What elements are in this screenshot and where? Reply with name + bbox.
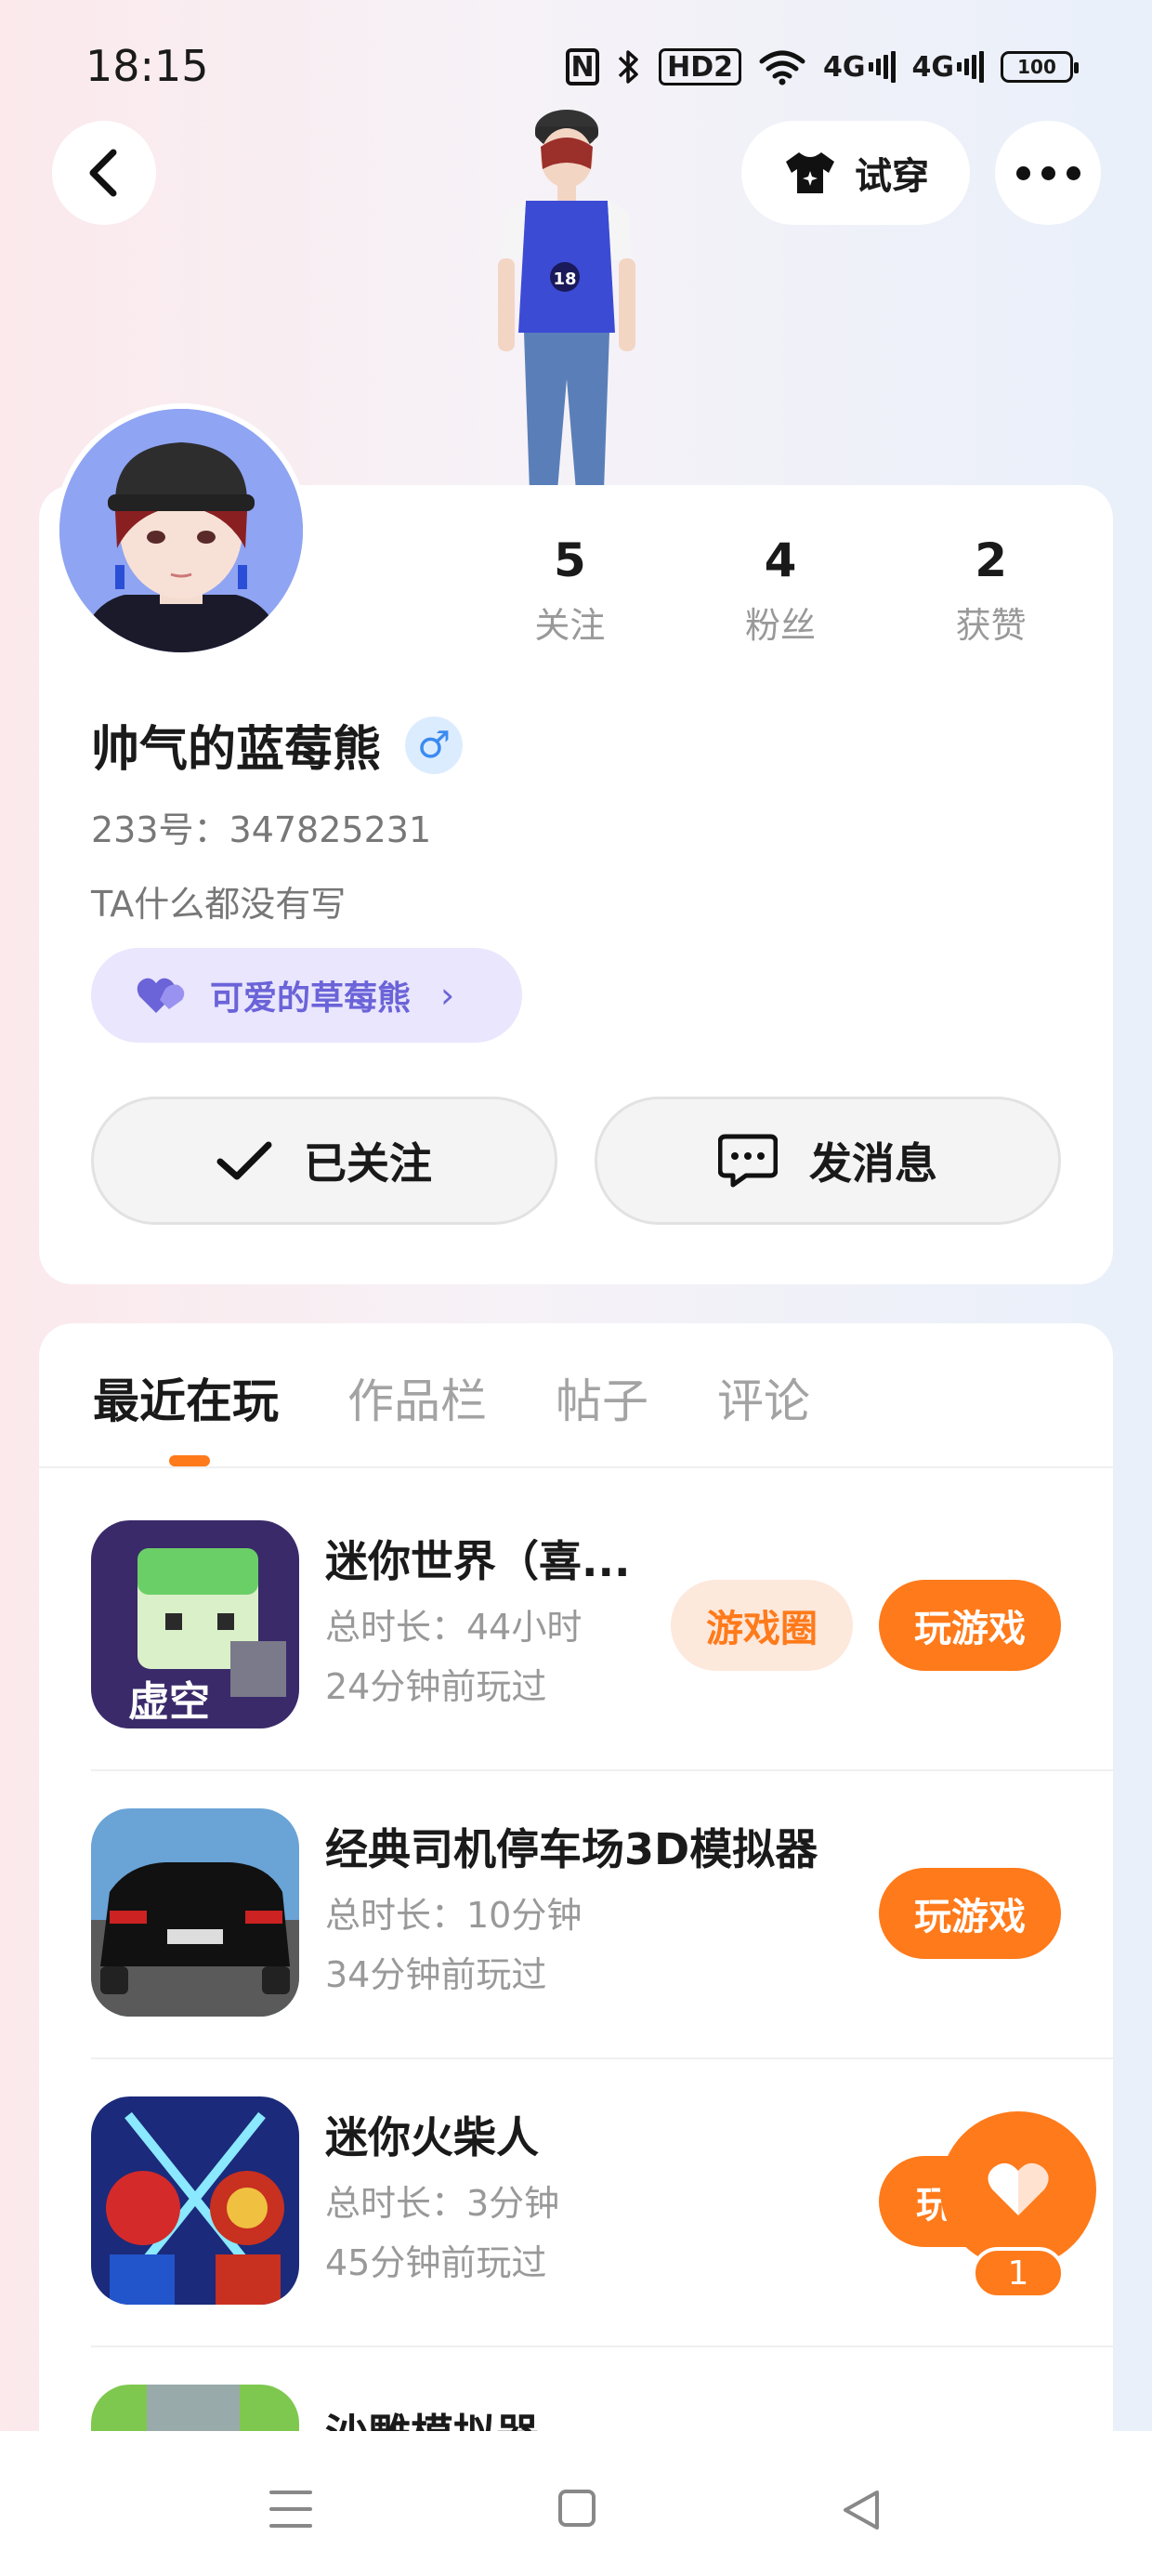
profile-tabs: 最近在玩 作品栏 帖子 评论: [93, 1364, 810, 1431]
tabs-divider: [39, 1466, 1113, 1468]
tab-posts[interactable]: 帖子: [556, 1364, 648, 1431]
profile-tag[interactable]: 可爱的草莓熊 ›: [91, 948, 522, 1043]
row-divider: [91, 1769, 1113, 1771]
game-icon-mini-stickman: [91, 2096, 299, 2305]
signal-2-label: 4G: [911, 50, 955, 84]
follow-label: 已关注: [304, 1138, 432, 1189]
menu-icon[interactable]: [269, 2489, 312, 2530]
game-icon-text: 虚空: [128, 1678, 210, 1726]
game-name: 沙雕模拟器: [325, 2401, 539, 2431]
system-nav-bar: [0, 2431, 1152, 2576]
status-time: 18:15: [85, 41, 209, 91]
message-label: 发消息: [809, 1138, 937, 1189]
stat-followers-label: 粉丝: [745, 605, 817, 646]
game-duration: 总时长：44小时: [325, 1607, 583, 1648]
profile-tag-label: 可爱的草莓熊: [210, 979, 412, 1018]
avatar[interactable]: [54, 403, 308, 658]
row-divider: [91, 2057, 1113, 2059]
back-button[interactable]: [52, 121, 156, 225]
game-icon-parking-simulator: [91, 1808, 299, 2017]
game-duration: 总时长：3分钟: [325, 2183, 560, 2224]
game-last-played: 24分钟前玩过: [325, 1666, 547, 1707]
stat-following-label: 关注: [534, 605, 606, 646]
stat-followers-count: 4: [764, 533, 797, 587]
game-duration: 总时长：10分钟: [325, 1895, 583, 1936]
message-button[interactable]: 发消息: [595, 1097, 1061, 1225]
stat-followers[interactable]: 4 粉丝: [675, 533, 886, 648]
avatar-figure[interactable]: 18: [465, 100, 669, 491]
bluetooth-icon: [616, 48, 642, 85]
nfc-icon: N: [566, 48, 600, 85]
heart-icon: [137, 978, 185, 1013]
signal-icon-2: 4G: [911, 48, 984, 85]
nickname: 帅气的蓝莓熊: [91, 722, 382, 778]
bio: TA什么都没有写: [91, 884, 347, 925]
row-divider: [91, 2346, 1113, 2347]
stat-following-count: 5: [553, 533, 586, 587]
follow-button[interactable]: 已关注: [91, 1097, 557, 1225]
like-count-badge: 1: [972, 2247, 1065, 2299]
tab-recently-played[interactable]: 最近在玩: [93, 1364, 279, 1431]
check-icon: [216, 1141, 272, 1180]
signal-1-label: 4G: [823, 50, 866, 84]
battery-icon: 100: [1001, 51, 1079, 83]
game-circle-button[interactable]: 游戏圈: [671, 1580, 853, 1671]
play-game-button[interactable]: 玩游戏: [879, 1868, 1061, 1959]
like-button[interactable]: [940, 2111, 1096, 2267]
game-last-played: 45分钟前玩过: [325, 2242, 547, 2283]
chat-icon: [718, 1134, 778, 1188]
stat-likes[interactable]: 2 获赞: [885, 533, 1096, 648]
nickname-row: 帅气的蓝莓熊 ♂: [91, 710, 464, 780]
male-icon: ♂: [405, 716, 464, 774]
stat-likes-count: 2: [975, 533, 1008, 587]
stat-following[interactable]: 5 关注: [465, 533, 675, 648]
hd-voice-icon: HD2: [659, 48, 741, 85]
game-icon-mini-world: 虚空: [91, 1520, 299, 1728]
game-icon-sandsculpture-simulator: [91, 2385, 299, 2431]
more-options-button[interactable]: [995, 121, 1101, 225]
heart-icon: [988, 2162, 1049, 2215]
game-name: 迷你火柴人: [325, 2112, 539, 2162]
status-icons: N HD2 4G 4G 100: [566, 48, 1079, 85]
signal-icon-1: 4G: [823, 48, 896, 85]
more-dot: [1066, 165, 1080, 180]
svg-text:18: 18: [553, 269, 576, 289]
shirt-icon: [786, 152, 834, 193]
tab-indicator: [169, 1455, 210, 1466]
game-row-mini-world[interactable]: 虚空 迷你世界（喜... 总时长：44小时 24分钟前玩过 游戏圈 玩游戏: [91, 1520, 1113, 1734]
more-dot: [1041, 165, 1055, 180]
game-row-parking-simulator[interactable]: 经典司机停车场3D模拟器 总时长：10分钟 34分钟前玩过 玩游戏: [91, 1808, 1113, 2022]
tab-works[interactable]: 作品栏: [347, 1364, 487, 1431]
try-on-button[interactable]: 试穿: [741, 121, 970, 225]
play-game-button[interactable]: 玩游戏: [879, 1580, 1061, 1671]
home-icon[interactable]: [557, 2489, 596, 2528]
chevron-right-icon: ›: [440, 975, 455, 1016]
stat-likes-label: 获赞: [955, 605, 1027, 646]
wifi-icon: [758, 48, 806, 85]
profile-stats: 5 关注 4 粉丝 2 获赞: [465, 533, 1096, 648]
game-row-sandsculpture-simulator[interactable]: 沙雕模拟器: [91, 2385, 1113, 2431]
game-name: 经典司机停车场3D模拟器: [325, 1824, 818, 1874]
game-last-played: 34分钟前玩过: [325, 1954, 547, 1995]
user-id[interactable]: 233号：347825231: [91, 801, 431, 852]
more-dot: [1015, 165, 1030, 180]
try-on-label: 试穿: [855, 155, 929, 198]
back-nav-icon[interactable]: [840, 2489, 883, 2531]
tab-comments[interactable]: 评论: [717, 1364, 810, 1431]
game-name: 迷你世界（喜...: [325, 1536, 631, 1586]
chevron-left-icon: [89, 149, 117, 197]
